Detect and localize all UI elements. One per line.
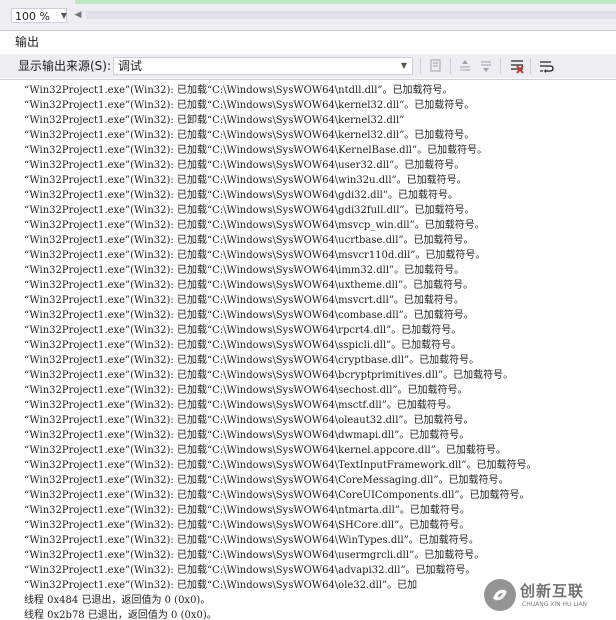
output-line: “Win32Project1.exe”(Win32): 已加载“C:\Windo… [24,370,514,381]
clear-all-button[interactable] [508,57,526,75]
output-line: “Win32Project1.exe”(Win32): 已加载“C:\Windo… [24,160,465,171]
source-select[interactable]: 调试 ▼ [113,57,413,75]
word-wrap-icon [540,61,554,73]
output-line: “Win32Project1.exe”(Win32): 已加载“C:\Windo… [24,100,475,111]
thread-exit-line: 线程 0x484 已退出，返回值为 0 (0x0)。 [24,595,211,606]
output-line: “Win32Project1.exe”(Win32): 已加载“C:\Windo… [24,460,537,471]
output-line: “Win32Project1.exe”(Win32): 已加载“C:\Windo… [24,295,464,306]
next-message-button[interactable] [477,57,495,75]
output-line: “Win32Project1.exe”(Win32): 已加载“C:\Windo… [24,175,467,186]
find-message-button[interactable] [427,57,445,75]
watermark-subtext: CHUANG XIN HU LIAN [522,601,588,608]
output-line: “Win32Project1.exe”(Win32): 已加载“C:\Windo… [24,490,530,501]
output-line: “Win32Project1.exe”(Win32): 已加载“C:\Windo… [24,145,488,156]
previous-message-button[interactable] [456,57,474,75]
output-line: “Win32Project1.exe”(Win32): 已卸载“C:\Windo… [24,115,405,126]
watermark-logo: 创新互联 CHUANG XIN HU LIAN [478,574,616,620]
word-wrap-button[interactable] [537,57,555,75]
watermark-text: 创新互联 [520,582,585,600]
output-line: “Win32Project1.exe”(Win32): 已加载“C:\Windo… [24,220,485,231]
output-text-area[interactable]: “Win32Project1.exe”(Win32): 已加载“C:\Windo… [0,79,616,620]
output-line: “Win32Project1.exe”(Win32): 已加载“C:\Windo… [24,385,468,396]
output-line: “Win32Project1.exe”(Win32): 已加载“C:\Windo… [24,190,458,201]
output-line: “Win32Project1.exe”(Win32): 已加载“C:\Windo… [24,235,474,246]
source-label: 显示输出来源(S): [18,59,112,73]
previous-message-icon [460,60,470,71]
panel-title: 输出 [15,35,40,49]
toolbar-separator [420,58,421,74]
output-line: “Win32Project1.exe”(Win32): 已加载“C:\Windo… [24,340,462,351]
toolbar-separator [500,58,501,74]
output-line: “Win32Project1.exe”(Win32): 已加载“C:\Windo… [24,475,509,486]
output-line: “Win32Project1.exe”(Win32): 已加载“C:\Windo… [24,400,457,411]
clear-all-icon [511,60,524,74]
watermark-circle [484,579,516,611]
output-line: “Win32Project1.exe”(Win32): 已加载“C:\Windo… [24,505,470,516]
output-line: “Win32Project1.exe”(Win32): 已加载“C:\Windo… [24,415,474,426]
thread-exit-line: 线程 0x2b78 已退出，返回值为 0 (0x0)。 [24,610,217,620]
next-message-icon [481,61,491,72]
chevron-down-icon[interactable]: ▼ [58,8,70,23]
source-select-value: 调试 [118,59,143,73]
output-line: “Win32Project1.exe”(Win32): 已加载“C:\Windo… [24,565,476,576]
horizontal-scrollbar[interactable] [86,11,616,19]
output-line: “Win32Project1.exe”(Win32): 已加载“C:\Windo… [24,265,465,276]
output-window: 100 % ▼ ◀ 输出 显示输出来源(S): 调试 ▼ “Win32Proje… [0,0,616,620]
output-line: “Win32Project1.exe”(Win32): 已加载“C:\Windo… [24,535,479,546]
output-line: “Win32Project1.exe”(Win32): 已加载“C:\Windo… [24,520,470,531]
scroll-left-icon[interactable]: ◀ [73,8,83,23]
output-line: “Win32Project1.exe”(Win32): 已加载“C:\Windo… [24,445,506,456]
find-message-icon [430,59,441,72]
toolbar-separator [450,58,451,74]
output-line: “Win32Project1.exe”(Win32): 已加载“C:\Windo… [24,355,480,366]
output-line: “Win32Project1.exe”(Win32): 已加载“C:\Windo… [24,250,486,261]
output-line: “Win32Project1.exe”(Win32): 已加载“C:\Windo… [24,430,470,441]
change-indicator-strip [75,0,616,4]
editor-bottom-bar: 100 % ▼ ◀ [0,0,616,31]
output-line: “Win32Project1.exe”(Win32): 已加载“C:\Windo… [24,310,474,321]
logo-icon [493,589,507,601]
zoom-value: 100 % [15,10,50,23]
output-line: “Win32Project1.exe”(Win32): 已加载“C:\Windo… [24,205,475,216]
output-line: “Win32Project1.exe”(Win32): 已加载“C:\Windo… [24,280,474,291]
output-line: “Win32Project1.exe”(Win32): 已加载“C:\Windo… [24,130,475,141]
chevron-down-icon: ▼ [400,61,408,70]
output-line: “Win32Project1.exe”(Win32): 已加载“C:\Windo… [24,580,418,591]
output-line: “Win32Project1.exe”(Win32): 已加载“C:\Windo… [24,85,453,96]
output-line: “Win32Project1.exe”(Win32): 已加载“C:\Windo… [24,325,462,336]
output-line: “Win32Project1.exe”(Win32): 已加载“C:\Windo… [24,550,485,561]
toolbar-separator [530,58,531,74]
